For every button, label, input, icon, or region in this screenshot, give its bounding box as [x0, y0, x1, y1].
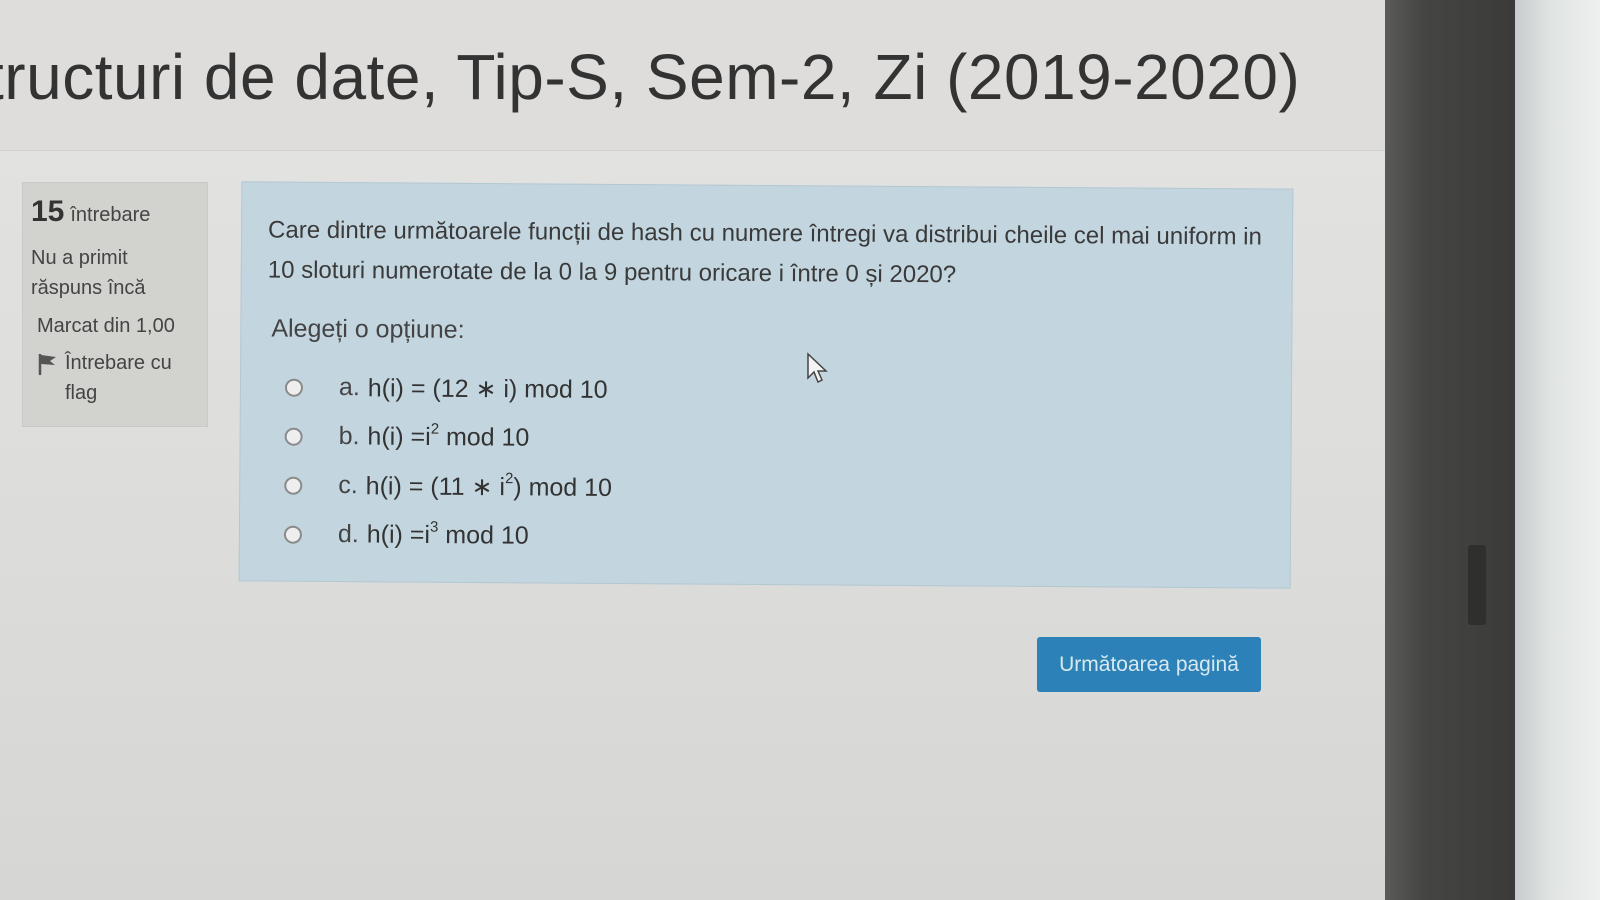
- question-number-label: întrebare: [70, 204, 151, 226]
- next-page-button[interactable]: Următoarea pagină: [1037, 637, 1261, 692]
- flag-question-toggle[interactable]: Întrebare cu flag: [31, 348, 199, 408]
- answer-text-a: h(i) = (12 ∗ i) mod 10: [367, 373, 608, 404]
- answer-prompt: Alegeți o opțiune:: [271, 314, 465, 344]
- answer-letter: d.: [337, 520, 359, 549]
- answer-option-b[interactable]: b. h(i) =i2 mod 10: [284, 412, 1084, 467]
- mouse-cursor-icon: [807, 352, 828, 384]
- question-text: Care dintre următoarele funcții de hash …: [267, 216, 1262, 289]
- background-wall: [1515, 0, 1600, 900]
- answer-letter: a.: [338, 373, 360, 402]
- question-info-panel: 15 întrebare Nu a primit răspuns încă Ma…: [22, 182, 208, 427]
- answer-radio-a[interactable]: [284, 378, 304, 397]
- question-grade: Marcat din 1,00: [37, 315, 175, 337]
- question-number: 15 întrebare: [31, 195, 199, 229]
- answer-radio-b[interactable]: [284, 427, 303, 446]
- monitor-bezel-detail: [1468, 545, 1486, 625]
- page-title: tructuri de date, Tip-S, Sem-2, Zi (2019…: [0, 41, 1301, 113]
- answer-radio-d[interactable]: [283, 525, 303, 544]
- page-header: tructuri de date, Tip-S, Sem-2, Zi (2019…: [0, 0, 1385, 151]
- answer-text-b: h(i) =i2 mod 10: [367, 420, 530, 452]
- answer-text-d: h(i) =i3 mod 10: [366, 518, 529, 550]
- question-card: Care dintre următoarele funcții de hash …: [238, 181, 1294, 589]
- answer-letter: b.: [338, 422, 360, 451]
- answer-letter: c.: [338, 471, 358, 500]
- answer-state: Nu a primit răspuns încă: [31, 247, 146, 299]
- flag-question-label: Întrebare cu flag: [65, 352, 172, 404]
- question-number-value: 15: [31, 195, 65, 228]
- answer-list: a. h(i) = (12 ∗ i) mod 10 b. h(i) =i2 mo…: [283, 363, 1085, 565]
- answer-option-a[interactable]: a. h(i) = (12 ∗ i) mod 10: [284, 363, 1085, 418]
- monitor-bezel: [1385, 0, 1515, 900]
- answer-text-c: h(i) = (11 ∗ i2) mod 10: [365, 470, 613, 502]
- flag-icon: [38, 354, 56, 375]
- answer-option-d[interactable]: d. h(i) =i3 mod 10: [283, 510, 1084, 565]
- answer-radio-c[interactable]: [284, 476, 303, 495]
- answer-option-c[interactable]: c. h(i) = (11 ∗ i2) mod 10: [284, 461, 1084, 516]
- browser-viewport: tructuri de date, Tip-S, Sem-2, Zi (2019…: [0, 0, 1385, 900]
